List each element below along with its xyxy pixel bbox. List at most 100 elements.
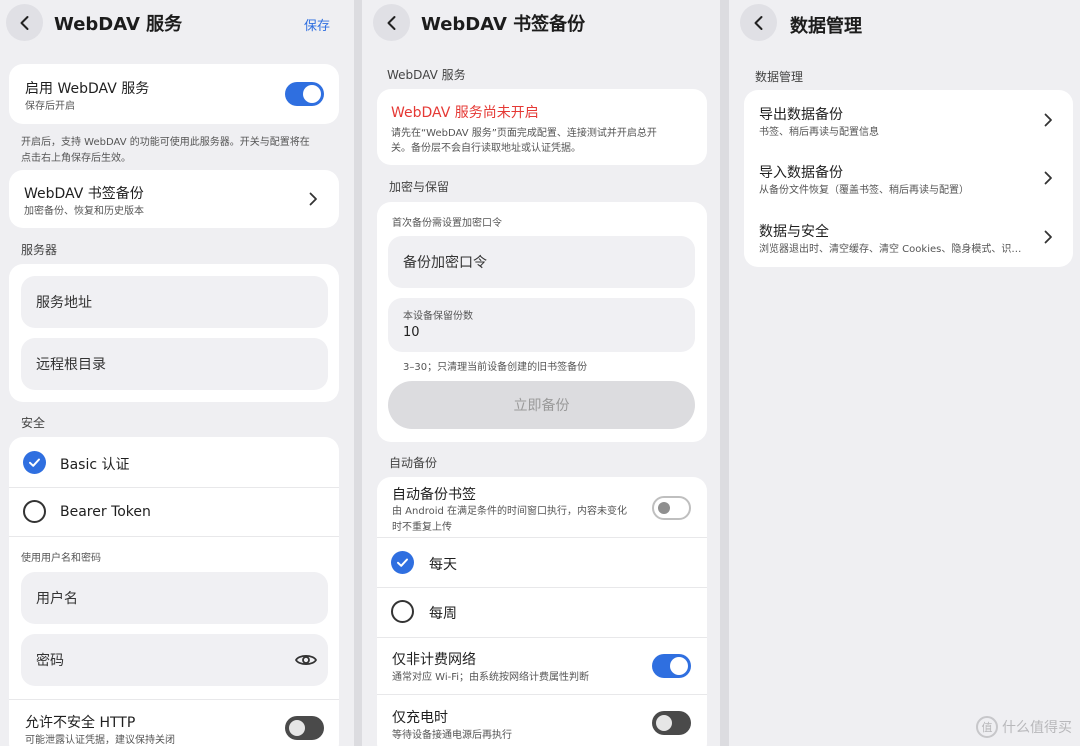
first-backup-note: 首次备份需设置加密口令	[392, 218, 502, 229]
auto-backup-sub-line2: 时不重复上传	[392, 522, 452, 533]
enable-webdav-title: 启用 WebDAV 服务	[25, 81, 150, 97]
unmetered-sub: 通常对应 Wi‑Fi；由系统按网络计费属性判断	[392, 672, 590, 683]
enable-webdav-toggle[interactable]	[285, 82, 324, 106]
data-security-sub: 浏览器退出时、清空缓存、清空 Cookies、隐身模式、识…	[759, 244, 1022, 255]
backup-now-button[interactable]: 立即备份	[388, 381, 695, 429]
bookmark-backup-row[interactable]: WebDAV 书签备份 加密备份、恢复和历史版本	[9, 170, 339, 228]
security-section-label: 安全	[21, 416, 46, 430]
data-security-row[interactable]: 数据与安全 浏览器退出时、清空缓存、清空 Cookies、隐身模式、识…	[744, 207, 1073, 265]
chevron-left-icon	[387, 15, 395, 30]
encrypt-card: 首次备份需设置加密口令 备份加密口令 本设备保留份数 10 3–30；只清理当前…	[377, 202, 707, 442]
export-backup-row[interactable]: 导出数据备份 书签、稍后再读与配置信息	[744, 90, 1073, 148]
basic-auth-radio[interactable]	[23, 451, 46, 474]
retention-label: 本设备保留份数	[403, 311, 473, 322]
webdav-service-screen: WebDAV 服务 保存 启用 WebDAV 服务 保存后开启 开启后，支持 W…	[0, 0, 354, 746]
enable-webdav-card: 启用 WebDAV 服务 保存后开启	[9, 64, 339, 124]
data-management-card: 导出数据备份 书签、稍后再读与配置信息 导入数据备份 从备份文件恢复（覆盖书签、…	[744, 90, 1073, 267]
divider	[377, 537, 707, 538]
remote-root-input[interactable]: 远程根目录	[21, 338, 328, 390]
back-button[interactable]	[6, 4, 43, 41]
weekly-label[interactable]: 每周	[429, 603, 457, 623]
divider	[377, 637, 707, 638]
save-button[interactable]: 保存	[304, 15, 330, 34]
back-button[interactable]	[740, 4, 777, 41]
password-input[interactable]: 密码	[21, 634, 328, 686]
credentials-note: 使用用户名和密码	[21, 553, 101, 564]
daily-radio[interactable]	[391, 551, 414, 574]
page-title: WebDAV 服务	[54, 14, 183, 35]
warning-body-line2: 关。备份层不会自行读取地址或认证凭据。	[391, 143, 581, 154]
auto-section-label: 自动备份	[389, 456, 438, 470]
remote-root-placeholder: 远程根目录	[36, 357, 106, 373]
data-management-screen: 数据管理 数据管理 导出数据备份 书签、稍后再读与配置信息 导入数据备份 从备份…	[729, 0, 1080, 746]
page-title: 数据管理	[790, 16, 862, 37]
unmetered-title: 仅非计费网络	[392, 652, 476, 668]
data-security-title: 数据与安全	[759, 224, 829, 240]
webdav-warning-card: WebDAV 服务尚未开启 请先在“WebDAV 服务”页面完成配置、连接测试并…	[377, 89, 707, 165]
watermark: 值 什么值得买	[976, 716, 1072, 738]
retention-note: 3–30；只清理当前设备创建的旧书签备份	[403, 362, 588, 373]
data-section-label: 数据管理	[755, 70, 804, 84]
bookmark-backup-title: WebDAV 书签备份	[24, 186, 144, 202]
chevron-right-icon	[1044, 113, 1052, 127]
insecure-http-toggle[interactable]	[285, 716, 324, 740]
import-backup-row[interactable]: 导入数据备份 从备份文件恢复（覆盖书签、稍后再读与配置）	[744, 148, 1073, 206]
passphrase-placeholder: 备份加密口令	[403, 255, 487, 271]
divider	[377, 587, 707, 588]
insecure-http-title: 允许不安全 HTTP	[25, 715, 136, 731]
charging-sub: 等待设备接通电源后再执行	[392, 730, 512, 741]
daily-label[interactable]: 每天	[429, 554, 457, 574]
basic-auth-label[interactable]: Basic 认证	[60, 454, 130, 474]
back-button[interactable]	[373, 4, 410, 41]
checkmark-icon	[397, 558, 408, 567]
export-backup-title: 导出数据备份	[759, 107, 843, 123]
page-title: WebDAV 书签备份	[421, 14, 586, 35]
warning-title: WebDAV 服务尚未开启	[391, 105, 539, 121]
auto-backup-sub-line1: 由 Android 在满足条件的时间窗口执行，内容未变化	[392, 506, 628, 517]
chevron-right-icon	[1044, 171, 1052, 185]
divider	[377, 694, 707, 695]
enable-note-line2: 点击右上角保存后生效。	[21, 153, 131, 164]
server-section-label: 服务器	[21, 243, 58, 257]
export-backup-sub: 书签、稍后再读与配置信息	[759, 127, 879, 138]
bearer-token-label[interactable]: Bearer Token	[60, 504, 151, 520]
security-card: Basic 认证 Bearer Token 使用用户名和密码 用户名 密码 允许…	[9, 437, 339, 746]
insecure-http-sub: 可能泄露认证凭据，建议保持关闭	[25, 735, 175, 746]
watermark-text: 什么值得买	[1002, 720, 1072, 736]
auto-backup-title: 自动备份书签	[392, 487, 476, 503]
retention-value: 10	[403, 325, 420, 340]
enable-webdav-sub: 保存后开启	[25, 101, 75, 112]
username-placeholder: 用户名	[36, 591, 78, 607]
auto-backup-card: 自动备份书签 由 Android 在满足条件的时间窗口执行，内容未变化 时不重复…	[377, 477, 707, 746]
server-address-placeholder: 服务地址	[36, 295, 92, 311]
server-card: 服务地址 远程根目录	[9, 264, 339, 402]
bookmark-backup-screen: WebDAV 书签备份 WebDAV 服务 WebDAV 服务尚未开启 请先在“…	[362, 0, 720, 746]
retention-count-input[interactable]: 本设备保留份数 10	[388, 298, 695, 352]
passphrase-input[interactable]: 备份加密口令	[388, 236, 695, 288]
bookmark-backup-sub: 加密备份、恢复和历史版本	[24, 206, 144, 217]
divider	[9, 699, 339, 700]
checkmark-icon	[29, 458, 40, 467]
warning-body-line1: 请先在“WebDAV 服务”页面完成配置、连接测试并开启总开	[391, 128, 657, 139]
import-backup-sub: 从备份文件恢复（覆盖书签、稍后再读与配置）	[759, 185, 969, 196]
divider	[9, 536, 339, 537]
watermark-logo: 值	[976, 716, 998, 738]
username-input[interactable]: 用户名	[21, 572, 328, 624]
bearer-token-radio[interactable]	[23, 500, 46, 523]
password-placeholder: 密码	[36, 653, 64, 669]
auto-backup-toggle[interactable]	[652, 496, 691, 520]
encrypt-section-label: 加密与保留	[389, 180, 450, 194]
chevron-left-icon	[20, 15, 28, 30]
chevron-right-icon	[1044, 230, 1052, 244]
chevron-left-icon	[754, 15, 762, 30]
weekly-radio[interactable]	[391, 600, 414, 623]
enable-note-line1: 开启后，支持 WebDAV 的功能可使用此服务器。开关与配置将在	[21, 137, 310, 148]
import-backup-title: 导入数据备份	[759, 165, 843, 181]
eye-icon[interactable]	[295, 653, 317, 667]
unmetered-toggle[interactable]	[652, 654, 691, 678]
server-address-input[interactable]: 服务地址	[21, 276, 328, 328]
charging-toggle[interactable]	[652, 711, 691, 735]
chevron-right-icon	[309, 192, 317, 206]
divider	[9, 487, 339, 488]
webdav-section-label: WebDAV 服务	[387, 68, 466, 82]
